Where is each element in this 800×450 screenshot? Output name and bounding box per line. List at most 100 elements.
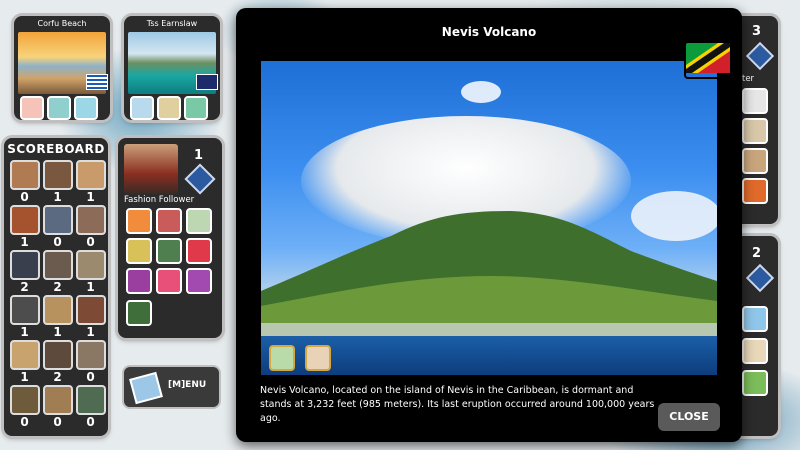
close-button[interactable]: CLOSE: [658, 403, 720, 431]
location-description: Nevis Volcano, located on the island of …: [260, 385, 655, 424]
location-modal: Nevis Volcano Nevis Volcano, located on …: [236, 8, 742, 442]
player-number: 1: [194, 148, 204, 163]
scoreboard-entry[interactable]: 0: [74, 205, 107, 250]
scoreboard-entry[interactable]: 0: [74, 340, 107, 385]
player-number: 2: [752, 246, 762, 261]
player-avatar: [9, 385, 40, 415]
sea-tile-icon[interactable]: [74, 96, 98, 120]
boat-tile-icon[interactable]: [130, 96, 154, 120]
player-avatar: [9, 250, 40, 280]
scoreboard-entry[interactable]: 0: [8, 160, 41, 205]
deer-tile-icon[interactable]: [742, 338, 768, 364]
player-score: 0: [53, 235, 62, 249]
horse-tile-icon[interactable]: [742, 370, 768, 396]
player-name-partial: ter: [742, 74, 755, 84]
player-avatar: [75, 340, 106, 370]
scoreboard-panel: SCOREBOARD 0 1 1 1 0 0 2 2 1 1 1 1 1 2 0…: [4, 138, 108, 436]
scoreboard-entry[interactable]: 0: [8, 385, 41, 430]
card-title: Corfu Beach: [37, 19, 87, 28]
tile-beige-icon[interactable]: [742, 118, 768, 144]
menu-button[interactable]: [M]ENU: [124, 367, 219, 407]
scoreboard-entry[interactable]: 1: [8, 340, 41, 385]
player-avatar: [42, 385, 73, 415]
drinks-tile-icon[interactable]: [126, 300, 152, 326]
scoreboard-entry[interactable]: 0: [74, 385, 107, 430]
new-zealand-flag-icon: [196, 74, 218, 90]
player-avatar: [75, 385, 106, 415]
saint-kitts-flag-icon: [684, 41, 736, 79]
player-avatar: [9, 295, 40, 325]
bird-tile-icon[interactable]: [742, 306, 768, 332]
player-score: 0: [86, 370, 95, 384]
player-score: 0: [86, 235, 95, 249]
player-score: 1: [53, 325, 62, 339]
chair-tile-icon[interactable]: [742, 88, 768, 114]
scoreboard-entry[interactable]: 1: [74, 295, 107, 340]
beach-tile-icon[interactable]: [47, 96, 71, 120]
player-panel: 1 Fashion Follower: [118, 138, 222, 338]
player-avatar: [75, 250, 106, 280]
scoreboard-grid: 0 1 1 1 0 0 2 2 1 1 1 1 1 2 0 0 0 0: [8, 160, 108, 430]
greece-flag-icon: [86, 74, 108, 90]
scoreboard-entry[interactable]: 0: [41, 205, 74, 250]
player-avatar: [9, 160, 40, 190]
player-score: 1: [20, 370, 29, 384]
scoreboard-entry[interactable]: 2: [8, 250, 41, 295]
scoreboard-entry[interactable]: 0: [41, 385, 74, 430]
player-avatar: [42, 250, 73, 280]
player-score: 2: [53, 280, 62, 294]
location-photo: [261, 61, 717, 375]
scoreboard-entry[interactable]: 1: [74, 250, 107, 295]
player-avatar: [42, 160, 73, 190]
player-avatar: [75, 160, 106, 190]
box-tile-icon[interactable]: [742, 148, 768, 174]
player-avatar: [9, 205, 40, 235]
gift-tile-icon[interactable]: [126, 208, 152, 234]
mask-tile-icon[interactable]: [186, 268, 212, 294]
player-portrait: [124, 144, 178, 194]
player-number: 3: [752, 24, 762, 39]
player-score: 1: [86, 190, 95, 204]
cargo-tile-icon[interactable]: [157, 96, 181, 120]
player-avatar: [42, 295, 73, 325]
player-avatar: [75, 205, 106, 235]
scoreboard-entry[interactable]: 2: [41, 340, 74, 385]
water-tile-icon[interactable]: [184, 96, 208, 120]
destination-card-tss-earnslaw[interactable]: Tss Earnslaw: [124, 16, 220, 120]
player-score: 2: [20, 280, 29, 294]
scoreboard-entry[interactable]: 1: [8, 205, 41, 250]
player-avatar: [75, 295, 106, 325]
scoreboard-entry[interactable]: 1: [8, 295, 41, 340]
player-score: 2: [53, 370, 62, 384]
modal-title: Nevis Volcano: [441, 25, 537, 39]
destination-card-corfu-beach[interactable]: Corfu Beach: [14, 16, 110, 120]
player-score: 0: [86, 415, 95, 429]
player-score: 1: [20, 235, 29, 249]
player-avatar: [42, 205, 73, 235]
heart-tile-icon[interactable]: [186, 238, 212, 264]
sock-tile-icon[interactable]: [126, 268, 152, 294]
player-score: 0: [53, 415, 62, 429]
menu-label: [M]ENU: [168, 380, 207, 390]
money-tile-icon[interactable]: [186, 208, 212, 234]
parasol-tile-icon[interactable]: [20, 96, 44, 120]
shoe-tile-icon[interactable]: [305, 345, 331, 371]
scoreboard-entry[interactable]: 1: [41, 295, 74, 340]
bag-tile-icon[interactable]: [156, 268, 182, 294]
cheese-tile-icon[interactable]: [126, 238, 152, 264]
globe-badge-icon: [184, 163, 216, 195]
volcano-mountain: [261, 211, 717, 337]
scoreboard-entry[interactable]: 1: [41, 160, 74, 205]
squirrel-tile-icon[interactable]: [742, 178, 768, 204]
beach-tile-icon[interactable]: [269, 345, 295, 371]
player-score: 1: [86, 280, 95, 294]
player-avatar: [42, 340, 73, 370]
player-score: 1: [20, 325, 29, 339]
cake-tile-icon[interactable]: [156, 208, 182, 234]
scoreboard-entry[interactable]: 1: [74, 160, 107, 205]
scoreboard-entry[interactable]: 2: [41, 250, 74, 295]
player-name: Fashion Follower: [124, 195, 195, 205]
bills-tile-icon[interactable]: [156, 238, 182, 264]
globe-badge-icon: [745, 41, 775, 71]
card-title: Tss Earnslaw: [146, 19, 198, 28]
